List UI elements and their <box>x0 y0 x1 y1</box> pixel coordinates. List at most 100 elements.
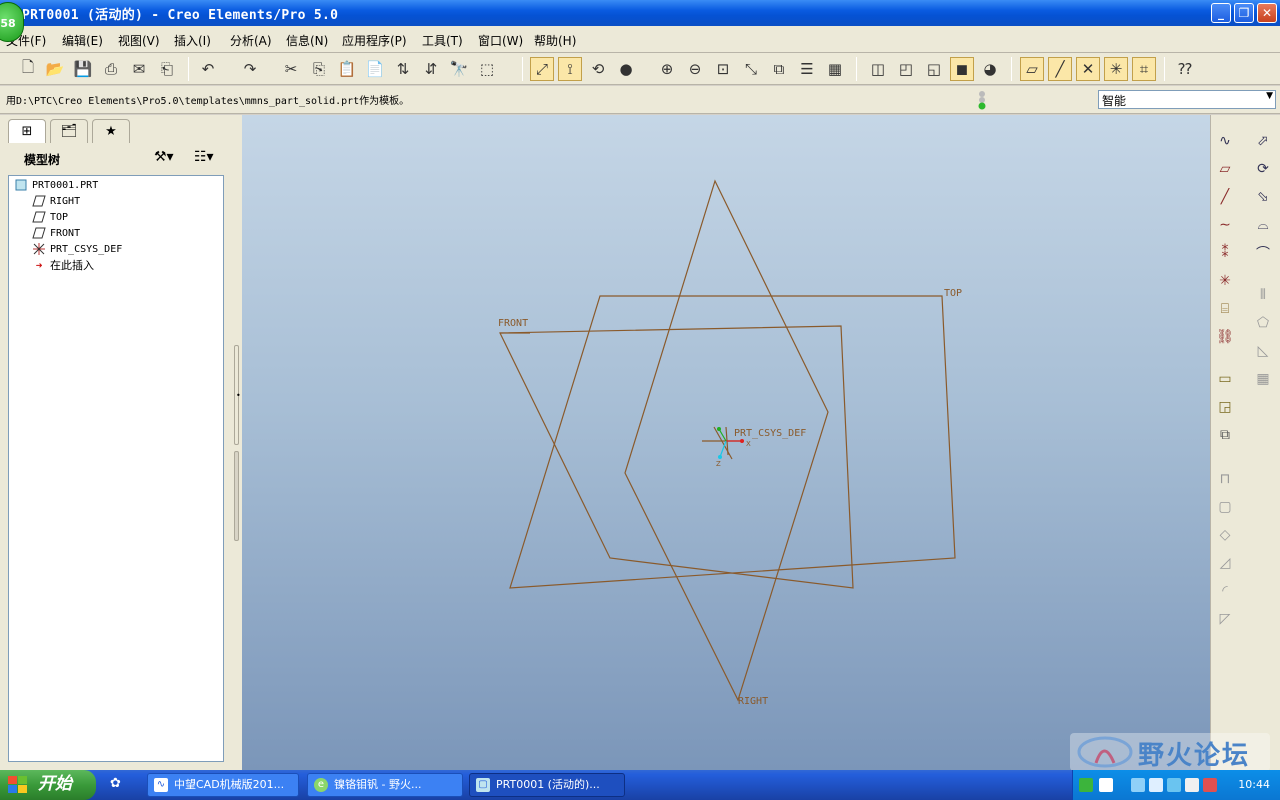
select-box-icon[interactable]: ⬚ <box>475 57 499 81</box>
tree-item-top[interactable]: TOP <box>31 209 68 225</box>
print-icon[interactable]: ⎙ <box>99 57 123 81</box>
zoom-in-icon[interactable]: ⊕ <box>655 57 679 81</box>
wireframe-icon[interactable]: ◫ <box>866 57 890 81</box>
open-folder-icon[interactable]: 📂 <box>43 57 67 81</box>
csys-tool-icon[interactable]: ✳ <box>1213 269 1237 293</box>
annotation-display-icon[interactable]: ⌗ <box>1132 57 1156 81</box>
tray-alert-icon[interactable] <box>1203 778 1217 792</box>
tree-item-part[interactable]: PRT0001.PRT <box>13 177 98 193</box>
undo-icon[interactable]: ↶ <box>196 57 220 81</box>
paste-icon[interactable]: 📋 <box>335 57 359 81</box>
datum-point-display-icon[interactable]: ✕ <box>1076 57 1100 81</box>
boundary-blend-icon[interactable]: ⌒ <box>1251 241 1275 265</box>
menu-applications[interactable]: 应用程序(P) <box>342 32 407 49</box>
orient-mode-icon[interactable]: ⟲ <box>586 57 610 81</box>
mail-icon[interactable]: ✉ <box>127 57 151 81</box>
revolve-icon[interactable]: ⟳ <box>1251 157 1275 181</box>
copy-paste-icon[interactable]: ◲ <box>1213 395 1237 419</box>
reorient-icon[interactable]: ⤡ <box>739 57 763 81</box>
menu-insert[interactable]: 插入(I) <box>174 32 211 49</box>
sweep-icon[interactable]: ⬂ <box>1251 185 1275 209</box>
merge-icon: ⬠ <box>1256 315 1270 331</box>
blend-icon[interactable]: ⌓ <box>1251 213 1275 237</box>
window-title: PRT0001 (活动的) - Creo Elements/Pro 5.0 <box>22 8 339 23</box>
tab-model-tree[interactable]: ⊞ <box>8 119 46 143</box>
context-help-icon[interactable]: ⁇ <box>1173 57 1197 81</box>
tab-favorites[interactable]: ★ <box>92 119 130 143</box>
datum-axis-tool-icon[interactable]: ╱ <box>1213 185 1237 209</box>
extrude-icon[interactable]: ⬀ <box>1251 129 1275 153</box>
zoom-out-icon[interactable]: ⊖ <box>683 57 707 81</box>
tray-help-icon[interactable] <box>1099 778 1113 792</box>
menu-info[interactable]: 信息(N) <box>286 32 328 49</box>
no-hidden-icon[interactable]: ◱ <box>922 57 946 81</box>
refit-icon[interactable]: ⊡ <box>711 57 735 81</box>
group-icon[interactable]: ▭ <box>1213 367 1237 391</box>
tray-security-icon[interactable] <box>1185 778 1199 792</box>
save-icon[interactable]: 💾 <box>71 57 95 81</box>
menu-tools[interactable]: 工具(T) <box>422 32 463 49</box>
menu-help[interactable]: 帮助(H) <box>534 32 576 49</box>
copy-icon[interactable]: ⎘ <box>307 57 331 81</box>
menu-analysis[interactable]: 分析(A) <box>230 32 272 49</box>
task-creo[interactable]: ▢ PRT0001 (活动的)... <box>469 773 625 797</box>
spin-center-icon[interactable]: ⟟ <box>558 57 582 81</box>
csys-display-icon[interactable]: ✳ <box>1104 57 1128 81</box>
redo-icon[interactable]: ↷ <box>238 57 262 81</box>
show-list-icon[interactable]: ☷▾ <box>194 149 214 165</box>
tree-item-front[interactable]: FRONT <box>31 225 80 241</box>
send-icon[interactable]: ⎗ <box>155 57 179 81</box>
menu-view[interactable]: 视图(V) <box>118 32 160 49</box>
graphics-window[interactable]: FRONT TOP RIGHT PRT_CSYS_DEF X Z <box>242 115 1210 770</box>
tab-folder-browser[interactable]: 🗂 <box>50 119 88 143</box>
enhanced-realism-icon[interactable]: ◕ <box>978 57 1002 81</box>
appearance-sphere-icon[interactable]: ● <box>614 57 638 81</box>
find-icon[interactable]: 🔭 <box>447 57 471 81</box>
tree-item-right[interactable]: RIGHT <box>31 193 80 209</box>
paste-special-icon[interactable]: 📄 <box>363 57 387 81</box>
settings-tools-icon[interactable]: ⚒▾ <box>154 149 174 165</box>
analysis-feature-icon[interactable]: ⌸ <box>1213 297 1237 321</box>
start-button[interactable]: 开始 <box>0 770 96 800</box>
panel-splitter[interactable]: • <box>232 115 242 770</box>
menu-edit[interactable]: 编辑(E) <box>62 32 103 49</box>
tray-volume-icon[interactable] <box>1149 778 1163 792</box>
splitter-collapse-icon[interactable]: • <box>236 391 241 400</box>
cut-icon[interactable]: ✂ <box>279 57 303 81</box>
tree-item-csys[interactable]: PRT_CSYS_DEF <box>31 241 122 257</box>
repaint-icon[interactable]: ⤢ <box>530 57 554 81</box>
tray-chat-icon[interactable] <box>1167 778 1181 792</box>
datum-plane-tool-icon[interactable]: ▱ <box>1213 157 1237 181</box>
view-manager-icon[interactable]: ▦ <box>823 57 847 81</box>
saved-views-icon[interactable]: ⧉ <box>767 57 791 81</box>
title-bar[interactable]: 58 PRT0001 (活动的) - Creo Elements/Pro 5.0… <box>0 0 1280 42</box>
datum-point-tool-icon[interactable]: ⁑ <box>1213 241 1237 265</box>
hidden-line-icon[interactable]: ◰ <box>894 57 918 81</box>
task-zwcad[interactable]: ∿ 中望CAD机械版201... <box>147 773 299 797</box>
trim-icon: ◺ <box>1257 343 1269 359</box>
maximize-button[interactable]: ❐ <box>1234 3 1254 23</box>
pattern-icon[interactable]: ⧉ <box>1213 423 1237 447</box>
datum-axis-display-icon[interactable]: ╱ <box>1048 57 1072 81</box>
close-button[interactable]: ✕ <box>1257 3 1277 23</box>
datum-curve-icon[interactable]: ∼ <box>1213 213 1237 237</box>
quick-launch-icon[interactable]: ✿ <box>110 776 130 794</box>
tree-item-insert-here[interactable]: ➜ 在此插入 <box>31 257 94 273</box>
task-browser[interactable]: e 镍铬钼钒 - 野火... <box>307 773 463 797</box>
splitter-grip-bottom[interactable] <box>234 451 239 541</box>
sketch-icon[interactable]: ∿ <box>1213 129 1237 153</box>
regen-manager-icon[interactable]: ⇵ <box>419 57 443 81</box>
chain-icon[interactable]: ⛓ <box>1213 325 1237 349</box>
selection-filter-select[interactable]: 智能 ▼ <box>1098 90 1276 109</box>
insert-here-arrow-icon: ➜ <box>35 258 43 272</box>
forum-watermark: 野火论坛 <box>1070 733 1270 771</box>
shading-icon[interactable]: ◼ <box>950 57 974 81</box>
menu-window[interactable]: 窗口(W) <box>478 32 523 49</box>
regenerate-icon[interactable]: ⇅ <box>391 57 415 81</box>
minimize-button[interactable]: _ <box>1211 3 1231 23</box>
tray-app-icon[interactable] <box>1079 778 1093 792</box>
tray-network-icon[interactable] <box>1131 778 1145 792</box>
layers-icon[interactable]: ☰ <box>795 57 819 81</box>
datum-plane-display-icon[interactable]: ▱ <box>1020 57 1044 81</box>
new-file-icon[interactable]: 🗋 <box>16 57 40 81</box>
